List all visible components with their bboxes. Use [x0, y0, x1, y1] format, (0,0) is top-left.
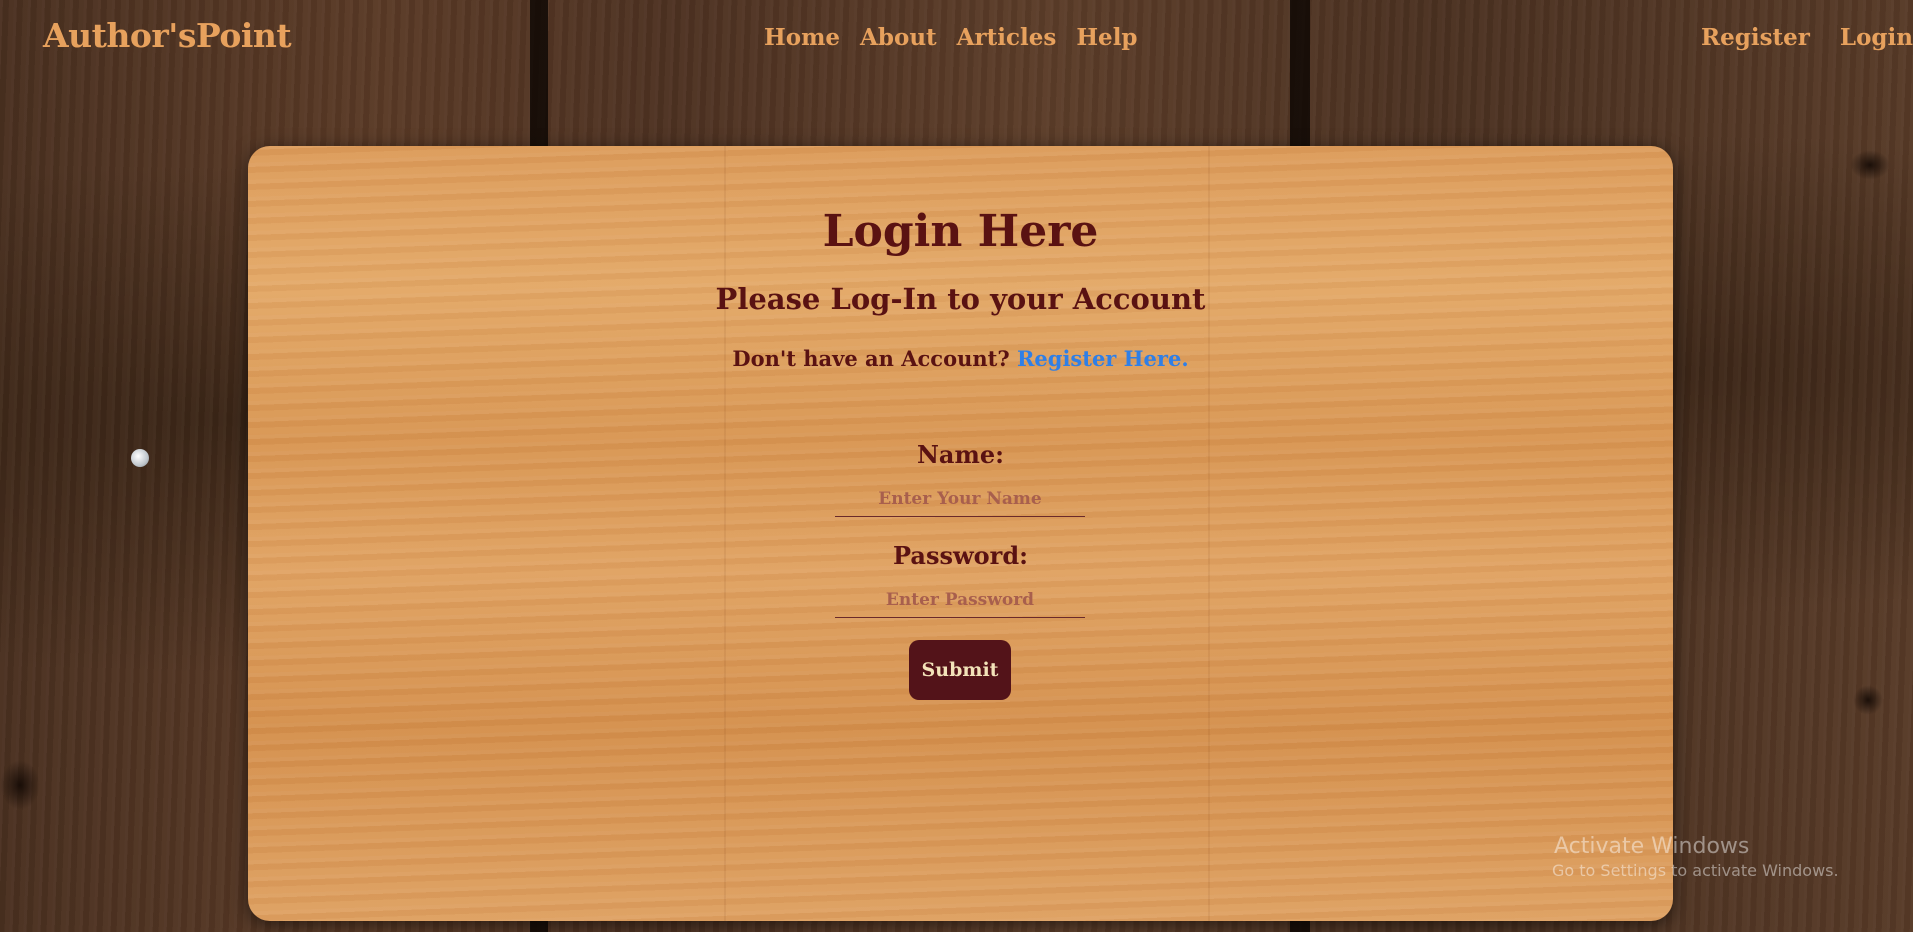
login-title: Login Here	[822, 206, 1099, 257]
nav-help-link[interactable]: Help	[1076, 24, 1137, 51]
wood-knot-decoration	[1853, 685, 1883, 715]
no-account-text: Don't have an Account?	[732, 346, 1010, 371]
watermark-subtitle: Go to Settings to activate Windows.	[1552, 861, 1839, 880]
nav-home-link[interactable]: Home	[764, 24, 840, 51]
password-label: Password:	[893, 541, 1028, 570]
wood-knot-decoration	[1850, 150, 1890, 180]
nav-articles-link[interactable]: Articles	[957, 24, 1057, 51]
nav-login-link[interactable]: Login	[1840, 24, 1913, 51]
submit-button[interactable]: Submit	[909, 640, 1011, 700]
nav-about-link[interactable]: About	[860, 24, 937, 51]
brand-logo[interactable]: Author'sPoint	[43, 16, 292, 55]
main-nav: Home About Articles Help	[764, 24, 1138, 51]
nav-register-link[interactable]: Register	[1701, 24, 1810, 51]
register-here-link[interactable]: Register Here.	[1017, 346, 1189, 371]
wood-pin-decoration	[131, 449, 149, 467]
watermark-title: Activate Windows	[1554, 834, 1750, 859]
top-navbar: Author'sPoint Home About Articles Help R…	[0, 0, 1913, 78]
login-subtitle: Please Log-In to your Account	[715, 282, 1206, 316]
name-input[interactable]	[835, 482, 1085, 517]
login-card: Login Here Please Log-In to your Account…	[248, 146, 1673, 921]
password-input[interactable]	[835, 583, 1085, 618]
auth-nav: Register Login	[1701, 24, 1913, 51]
register-prompt: Don't have an Account? Register Here.	[248, 346, 1673, 371]
windows-activation-watermark: Activate Windows Go to Settings to activ…	[1552, 834, 1839, 882]
wood-knot-decoration	[0, 760, 40, 810]
name-label: Name:	[916, 440, 1004, 469]
